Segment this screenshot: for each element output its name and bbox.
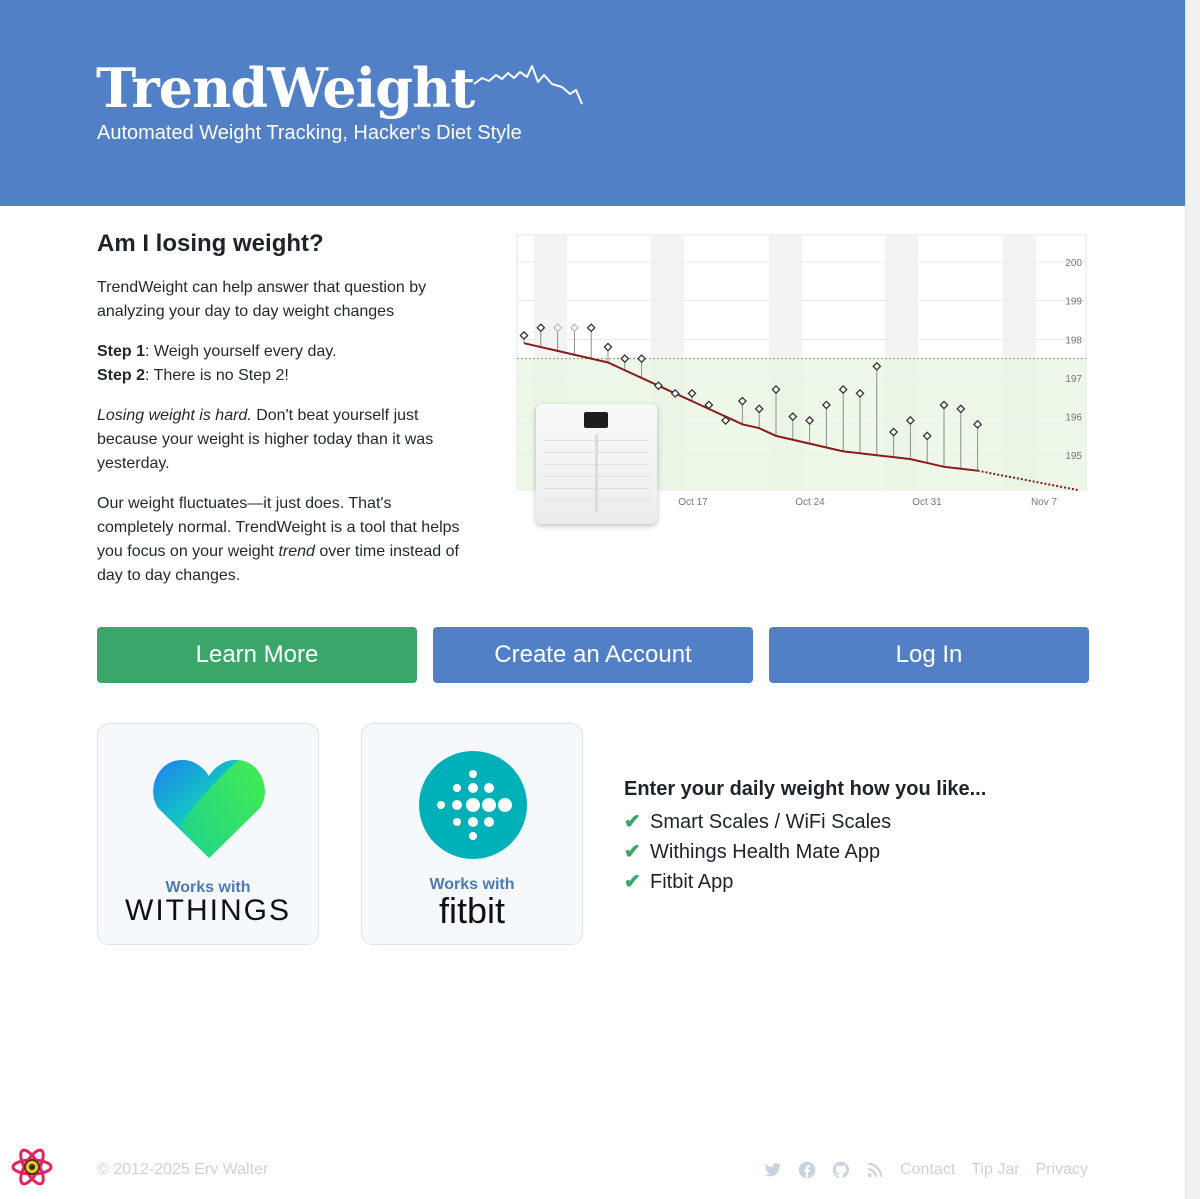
feature-item: ✔ Smart Scales / WiFi Scales [624,807,986,837]
steps-paragraph: Step 1: Weigh yourself every day. Step 2… [97,340,467,388]
y-tick-label: 198 [1065,335,1082,346]
twitter-icon[interactable] [764,1161,782,1179]
check-icon: ✔ [624,871,641,893]
intro-section: Am I losing weight? TrendWeight can help… [97,228,467,604]
intro-heading: Am I losing weight? [97,230,324,257]
react-devtools-icon[interactable] [10,1145,54,1189]
withings-heart-icon [153,759,265,858]
scale-display [584,412,608,428]
tip-jar-link[interactable]: Tip Jar [971,1161,1019,1179]
withings-card[interactable]: Works with WITHINGS [97,723,319,945]
feature-label: Smart Scales / WiFi Scales [650,811,892,833]
input-methods-heading: Enter your daily weight how you like... [624,778,987,800]
losing-weight-paragraph: Losing weight is hard. Don't beat yourse… [97,404,467,476]
header-banner: TrendWeight Automated Weight Tracking, H… [0,0,1185,206]
brand-subtitle: Automated Weight Tracking, Hacker's Diet… [97,122,522,144]
x-tick-label: Oct 24 [795,497,825,508]
step2-label: Step 2 [97,367,146,384]
feature-label: Fitbit App [650,871,734,893]
losing-weight-emphasis: Losing weight is hard. [97,407,252,424]
intro-paragraph: TrendWeight can help answer that questio… [97,279,427,320]
y-tick-label: 196 [1065,413,1082,424]
feature-label: Withings Health Mate App [650,841,881,863]
step1-label: Step 1 [97,343,146,360]
x-tick-label: Oct 31 [912,497,942,508]
trend-emphasis: trend [278,543,315,560]
scrollbar[interactable] [1185,0,1200,1199]
log-in-button[interactable]: Log In [769,627,1089,683]
withings-wordmark: WITHINGS [125,894,291,927]
footer-links: Contact Tip Jar Privacy [764,1161,1088,1179]
rss-icon[interactable] [866,1161,884,1179]
input-methods: Enter your daily weight how you like... … [624,775,986,897]
brand-title[interactable]: TrendWeight [96,52,475,124]
fluctuation-paragraph: Our weight fluctuates—it just does. That… [97,492,467,588]
create-account-button[interactable]: Create an Account [433,627,753,683]
step1-text: : Weigh yourself every day. [145,343,337,360]
step2-text: : There is no Step 2! [145,367,289,384]
feature-item: ✔ Fitbit App [624,867,986,897]
fitbit-card[interactable]: Works with fitbit [361,723,583,945]
x-tick-label: Oct 17 [678,497,708,508]
facebook-icon[interactable] [798,1161,816,1179]
y-tick-label: 195 [1065,451,1082,462]
learn-more-button[interactable]: Learn More [97,627,417,683]
contact-link[interactable]: Contact [900,1161,955,1179]
privacy-link[interactable]: Privacy [1036,1161,1088,1179]
smart-scale-image [536,404,657,524]
check-icon: ✔ [624,811,641,833]
check-icon: ✔ [624,841,641,863]
fitbit-logo-icon [419,751,527,859]
x-tick-label: Nov 7 [1031,497,1058,508]
github-icon[interactable] [832,1161,850,1179]
y-tick-label: 197 [1065,374,1082,385]
y-tick-label: 200 [1065,258,1082,269]
trend-sparkline-icon [473,65,583,105]
feature-item: ✔ Withings Health Mate App [624,837,986,867]
y-tick-label: 199 [1065,297,1082,308]
fitbit-wordmark: fitbit [438,890,506,931]
copyright: © 2012-2025 Erv Walter [97,1161,269,1178]
